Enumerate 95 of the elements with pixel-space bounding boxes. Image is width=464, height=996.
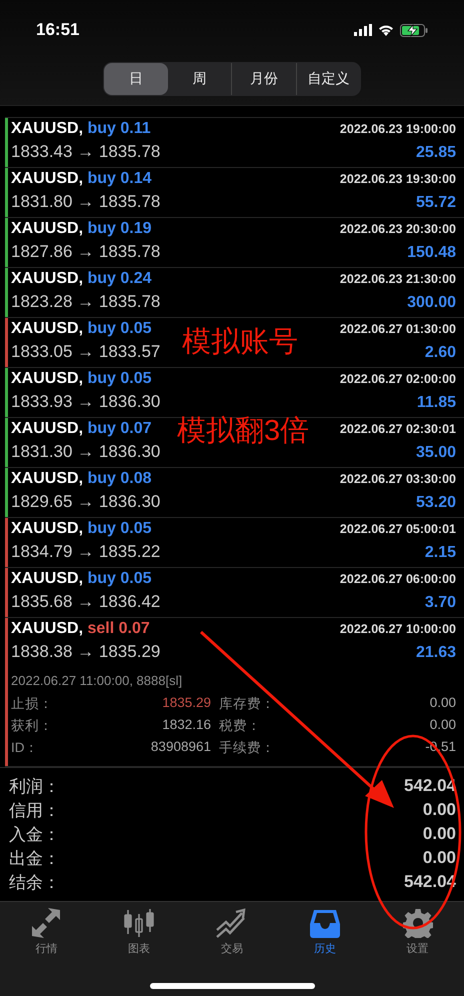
deal-symbol: XAUUSD, [11,170,84,187]
summary-value: 0.00 [422,848,456,868]
deal-profit: 53.20 [416,494,456,512]
field-label: 止损： [11,695,54,713]
trend-lines-icon [216,908,248,938]
deal-symbol: XAUUSD, [11,620,84,637]
summary-label: 结余： [9,872,60,894]
deal-time: 2022.06.27 03:30:00 [340,472,456,486]
double-arrow-icon [30,908,62,938]
summary-label: 利润： [9,776,60,798]
deal-profit: 55.72 [416,194,456,212]
price-range: 1829.65 → 1836.30 [11,492,160,512]
deal-time: 2022.06.23 19:30:00 [340,172,456,186]
field-label: 库存费： [219,695,276,713]
price-range: 1823.28 → 1835.78 [11,292,160,312]
deal-symbol: XAUUSD, [11,220,84,237]
deal-symbol: XAUUSD, [11,120,84,137]
field-label: 税费： [219,717,262,735]
period-tab[interactable]: 自定义 [296,63,360,95]
order-type: buy 0.14 [87,170,152,187]
field-value: 1835.29 [161,695,211,712]
deal-profit: 35.00 [416,444,456,462]
annotation-text: 模拟翻3倍 [177,417,310,446]
nav-tab[interactable]: 交易 [186,908,278,956]
order-type: buy 0.05 [87,370,152,387]
deal-symbol: XAUUSD, [11,420,84,437]
candlestick-icon [124,908,154,938]
status-time: 16:51 [36,20,80,40]
deal-time: 2022.06.27 02:30:01 [340,422,456,436]
price-range: 1827.86 → 1835.78 [11,242,160,262]
deal-profit: 11.85 [416,394,456,412]
order-type: buy 0.08 [87,470,152,487]
nav-tab[interactable]: 历史 [278,908,372,956]
deal-profit: 2.60 [424,344,456,362]
field-value: 0.00 [428,695,456,712]
order-type: buy 0.05 [87,520,152,537]
price-range: 1831.30 → 1836.30 [11,442,160,462]
order-type: buy 0.11 [87,120,151,137]
deal-symbol: XAUUSD, [11,270,84,287]
order-type: buy 0.24 [87,270,152,287]
period-tab[interactable]: 日 [104,63,168,95]
deal-symbol: XAUUSD, [11,520,84,537]
field-label: 获利： [11,717,54,735]
summary-label: 出金： [9,848,60,870]
deal-profit: 3.70 [424,594,456,612]
order-type: sell 0.07 [87,620,150,637]
deal-time: 2022.06.23 20:30:00 [340,222,456,236]
deal-time: 2022.06.27 05:00:01 [340,522,456,536]
deal-symbol: XAUUSD, [11,320,84,337]
nav-tab[interactable]: 图表 [92,908,186,956]
deal-symbol: XAUUSD, [11,370,84,387]
summary-label: 信用： [9,800,60,822]
deal-time: 2022.06.27 10:00:00 [340,622,456,636]
summary-label: 入金： [9,824,60,846]
field-value: 83908961 [150,739,211,756]
battery-charging-icon [400,24,428,36]
period-tab[interactable]: 周 [168,63,231,95]
deal-symbol: XAUUSD, [11,470,84,487]
annotation-text: 模拟账号 [182,328,298,357]
deal-time: 2022.06.27 06:00:00 [340,572,456,586]
price-range: 1833.43 → 1835.78 [11,142,160,162]
deal-profit: 2.15 [424,544,456,562]
signal-icon [354,24,372,36]
deal-time: 2022.06.23 21:30:00 [340,272,456,286]
price-range: 1833.93 → 1836.30 [11,392,160,412]
nav-tab[interactable]: 行情 [0,908,93,956]
deal-profit: 21.63 [416,644,456,662]
summary-value: 0.00 [422,824,456,844]
order-type: buy 0.05 [87,320,152,337]
deal-time: 2022.06.27 01:30:00 [340,322,456,336]
deal-time: 2022.06.23 19:00:00 [340,122,456,136]
order-type: buy 0.07 [87,420,152,437]
field-value: 1832.16 [161,717,211,734]
wifi-icon [378,24,394,36]
deal-symbol: XAUUSD, [11,570,84,587]
order-type: buy 0.05 [87,570,152,587]
order-type: buy 0.19 [87,220,152,237]
price-range: 1831.80 → 1835.78 [11,192,160,212]
field-value: 0.00 [428,717,456,734]
deal-profit: 25.85 [416,144,456,162]
settings-icon [402,908,433,938]
period-tab[interactable]: 月份 [231,63,296,95]
deal-profit: 150.48 [407,244,456,262]
price-range: 1833.05 → 1833.57 [11,342,160,362]
summary-value: 0.00 [422,800,456,820]
price-range: 1835.68 → 1836.42 [11,592,160,612]
field-label: ID： [11,739,40,757]
close-info: 2022.06.27 11:00:00, 8888[sl] [11,673,184,688]
field-label: 手续费： [219,739,276,757]
price-range: 1838.38 → 1835.29 [11,642,160,662]
tray-icon [308,908,341,938]
nav-tab[interactable]: 设置 [371,908,464,956]
deal-time: 2022.06.27 02:00:00 [340,372,456,386]
price-range: 1834.79 → 1835.22 [11,542,160,562]
deal-profit: 300.00 [407,294,456,312]
